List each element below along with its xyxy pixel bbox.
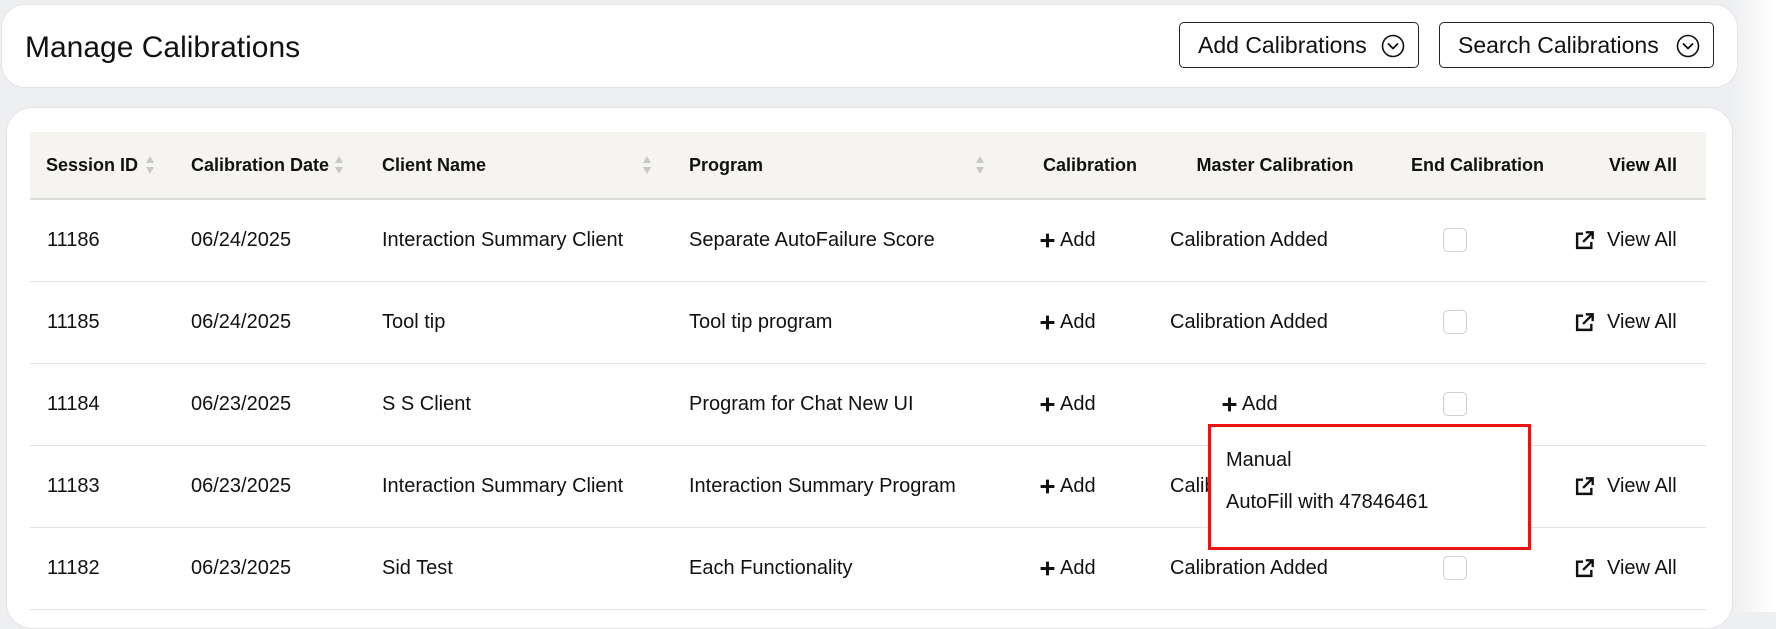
column-header-end-calibration: End Calibration bbox=[1410, 155, 1544, 175]
plus-icon bbox=[1040, 397, 1055, 412]
plus-icon bbox=[1040, 315, 1055, 330]
add-calibration-button[interactable]: Add bbox=[1039, 446, 1096, 527]
dropdown-option-manual[interactable]: Manual bbox=[1226, 449, 1292, 472]
end-calibration-checkbox[interactable] bbox=[1443, 228, 1467, 252]
page-title: Manage Calibrations bbox=[25, 31, 301, 64]
add-calibrations-label: Add Calibrations bbox=[1198, 31, 1367, 58]
add-calibration-label: Add bbox=[1060, 557, 1096, 579]
session-id-cell: 11183 bbox=[47, 475, 100, 497]
calibration-date-cell: 06/23/2025 bbox=[191, 393, 292, 415]
sort-icon[interactable] bbox=[145, 153, 155, 177]
header-card: Manage Calibrations Add Calibrations Sea… bbox=[1, 4, 1738, 88]
search-calibrations-button[interactable]: Search Calibrations bbox=[1439, 22, 1714, 68]
view-all-label: View All bbox=[1607, 311, 1677, 333]
session-id-cell: 11184 bbox=[47, 393, 100, 415]
program-cell: Each Functionality bbox=[689, 557, 853, 579]
search-calibrations-label: Search Calibrations bbox=[1458, 31, 1659, 58]
table-header: Session ID Calibration Date Client Name … bbox=[30, 132, 1706, 200]
client-name-cell: S S Client bbox=[382, 393, 471, 415]
page-edge-shade bbox=[1731, 0, 1776, 612]
session-id-cell: 11186 bbox=[47, 229, 100, 251]
add-calibration-label: Add bbox=[1060, 393, 1096, 415]
add-calibration-button[interactable]: Add bbox=[1039, 528, 1096, 609]
client-name-cell: Sid Test bbox=[382, 557, 453, 579]
chevron-down-circle-icon bbox=[1676, 34, 1700, 58]
program-cell: Interaction Summary Program bbox=[689, 475, 956, 497]
view-all-label: View All bbox=[1607, 557, 1677, 579]
column-header-session-id[interactable]: Session ID bbox=[46, 132, 138, 198]
view-all-link[interactable]: View All bbox=[1573, 200, 1677, 281]
calibration-date-cell: 06/24/2025 bbox=[191, 311, 292, 333]
calibration-date-cell: 06/24/2025 bbox=[191, 229, 292, 251]
column-header-master-calibration: Master Calibration bbox=[1196, 155, 1354, 175]
end-calibration-checkbox[interactable] bbox=[1443, 556, 1467, 580]
master-calibration-dropdown: Manual AutoFill with 47846461 bbox=[1208, 424, 1531, 550]
view-all-link[interactable]: View All bbox=[1573, 528, 1677, 609]
client-name-cell: Interaction Summary Client bbox=[382, 229, 624, 251]
add-calibrations-button[interactable]: Add Calibrations bbox=[1179, 22, 1419, 68]
view-all-label: View All bbox=[1607, 229, 1677, 251]
session-id-cell: 11185 bbox=[47, 311, 100, 333]
plus-icon bbox=[1040, 561, 1055, 576]
view-all-link[interactable]: View All bbox=[1573, 282, 1677, 363]
external-link-icon bbox=[1575, 558, 1594, 577]
external-link-icon bbox=[1575, 230, 1594, 249]
column-header-program[interactable]: Program bbox=[689, 132, 763, 198]
column-header-calibration-date[interactable]: Calibration Date bbox=[191, 132, 329, 198]
sort-icon[interactable] bbox=[334, 153, 344, 177]
end-calibration-checkbox[interactable] bbox=[1443, 310, 1467, 334]
sort-icon[interactable] bbox=[642, 153, 652, 177]
view-all-link[interactable]: View All bbox=[1573, 446, 1677, 527]
program-cell: Program for Chat New UI bbox=[689, 393, 914, 415]
add-calibration-label: Add bbox=[1060, 475, 1096, 497]
dropdown-option-autofill[interactable]: AutoFill with 47846461 bbox=[1226, 491, 1428, 514]
program-cell: Separate AutoFailure Score bbox=[689, 229, 935, 251]
add-calibration-button[interactable]: Add bbox=[1039, 282, 1096, 363]
column-header-view-all: View All bbox=[1608, 155, 1678, 175]
external-link-icon bbox=[1575, 312, 1594, 331]
client-name-cell: Interaction Summary Client bbox=[382, 475, 624, 497]
add-calibration-label: Add bbox=[1060, 229, 1096, 251]
view-all-label: View All bbox=[1607, 475, 1677, 497]
column-header-calibration: Calibration bbox=[1042, 155, 1137, 175]
session-id-cell: 11182 bbox=[47, 557, 100, 579]
plus-icon bbox=[1222, 397, 1237, 412]
add-calibration-label: Add bbox=[1060, 311, 1096, 333]
plus-icon bbox=[1040, 479, 1055, 494]
client-name-cell: Tool tip bbox=[382, 311, 446, 333]
column-header-client-name[interactable]: Client Name bbox=[382, 132, 486, 198]
plus-icon bbox=[1040, 233, 1055, 248]
table-row: 11185 06/24/2025 Tool tip Tool tip progr… bbox=[30, 282, 1706, 364]
calibration-date-cell: 06/23/2025 bbox=[191, 557, 292, 579]
add-calibration-button[interactable]: Add bbox=[1039, 364, 1096, 445]
master-calibration-status: Calibration Added bbox=[1170, 311, 1328, 333]
program-cell: Tool tip program bbox=[689, 311, 833, 333]
external-link-icon bbox=[1575, 476, 1594, 495]
calibration-date-cell: 06/23/2025 bbox=[191, 475, 292, 497]
sort-icon[interactable] bbox=[975, 153, 985, 177]
chevron-down-circle-icon bbox=[1381, 34, 1405, 58]
master-calibration-status: Calibration Added bbox=[1170, 229, 1328, 251]
add-calibration-button[interactable]: Add bbox=[1039, 200, 1096, 281]
end-calibration-checkbox[interactable] bbox=[1443, 392, 1467, 416]
table-row: 11186 06/24/2025 Interaction Summary Cli… bbox=[30, 200, 1706, 282]
